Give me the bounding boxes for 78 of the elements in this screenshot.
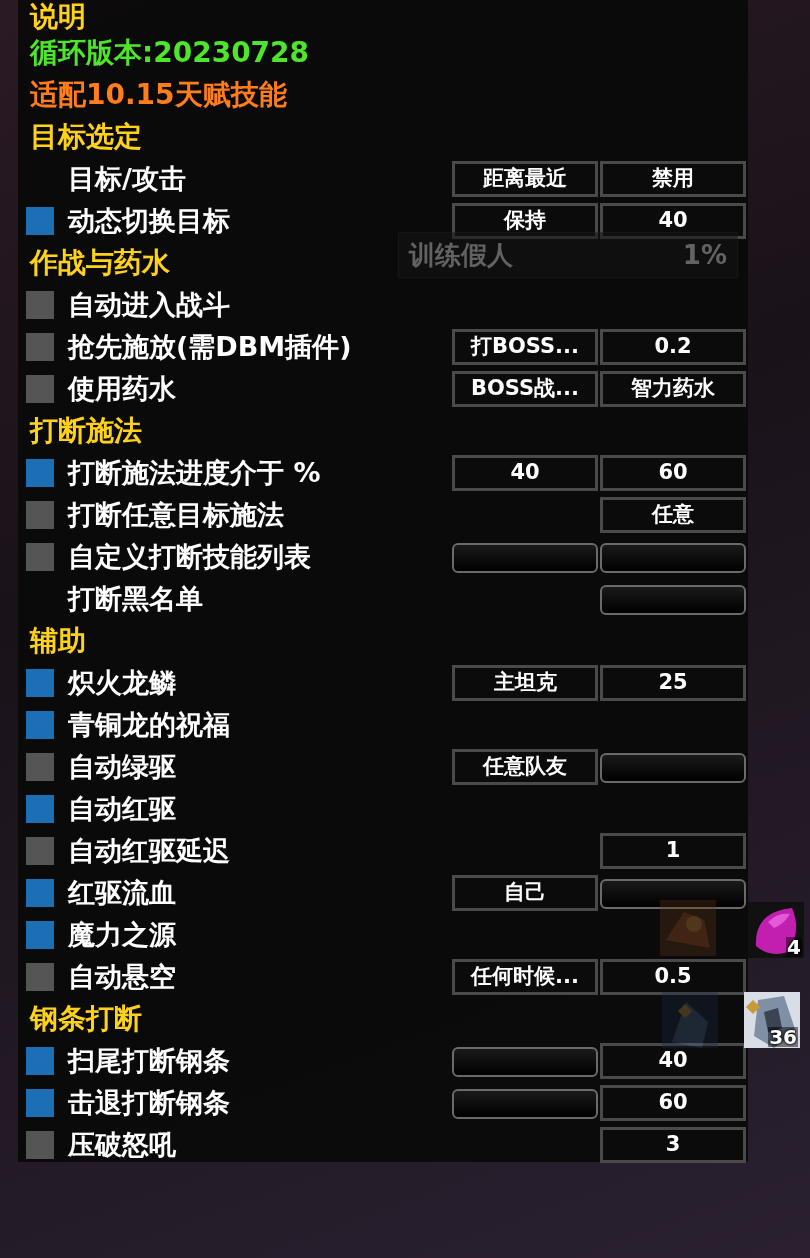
setting-label: 动态切换目标 [68,203,231,238]
value-box[interactable]: 60 [600,1085,746,1121]
checkbox[interactable] [26,753,54,781]
setting-label: 红驱流血 [68,875,177,910]
value-box[interactable]: 自己 [452,875,598,911]
value-box[interactable]: 1 [600,833,746,869]
empty-dropdown[interactable] [452,1089,598,1119]
setting-label: 抢先施放(需DBM插件) [68,329,353,364]
value-box[interactable]: 任意队友 [452,749,598,785]
checkbox[interactable] [26,1131,54,1159]
header-text: 循环版本:20230728 [28,35,310,71]
setting-label: 打断黑名单 [68,581,204,616]
empty-dropdown[interactable] [600,543,746,573]
value-box[interactable]: 保持 [452,203,598,239]
value-box[interactable]: 智力药水 [600,371,746,407]
setting-label: 炽火龙鳞 [68,665,177,700]
checkbox[interactable] [26,837,54,865]
checkbox[interactable] [26,291,54,319]
setting-label: 目标/攻击 [68,161,187,196]
setting-label: 打断施法进度介于 % [68,455,322,490]
checkbox[interactable] [26,921,54,949]
value-box[interactable]: 3 [600,1127,746,1163]
checkbox[interactable] [26,795,54,823]
empty-dropdown[interactable] [600,585,746,615]
value-box[interactable]: 0.5 [600,959,746,995]
value-box[interactable]: 打BOSS... [452,329,598,365]
checkbox[interactable] [26,501,54,529]
checkbox[interactable] [26,963,54,991]
empty-dropdown[interactable] [452,1047,598,1077]
checkbox[interactable] [26,711,54,739]
checkbox[interactable] [26,459,54,487]
setting-label: 自动红驱 [68,791,177,826]
value-box[interactable]: 距离最近 [452,161,598,197]
value-box[interactable]: 40 [452,455,598,491]
value-box[interactable]: 任何时候... [452,959,598,995]
section-title: 辅助 [28,623,86,659]
setting-label: 自定义打断技能列表 [68,539,312,574]
value-box[interactable]: 40 [600,1043,746,1079]
setting-label: 青铜龙的祝福 [68,707,231,742]
value-box[interactable]: 40 [600,203,746,239]
setting-label: 自动绿驱 [68,749,177,784]
setting-label: 魔力之源 [68,917,177,952]
value-box[interactable]: 任意 [600,497,746,533]
target-name: 训练假人 [409,238,513,272]
header-text: 适配10.15天赋技能 [29,77,287,113]
section-title: 打断施法 [28,413,142,449]
value-box[interactable]: 0.2 [600,329,746,365]
value-box[interactable]: 25 [600,665,746,701]
section-title: 目标选定 [29,119,142,155]
checkbox[interactable] [26,543,54,571]
value-box[interactable]: 60 [600,455,746,491]
checkbox[interactable] [26,333,54,361]
header-text: 说明 [28,0,86,32]
checkbox[interactable] [26,1089,54,1117]
setting-label: 压破怒吼 [68,1127,177,1162]
setting-label: 打断任意目标施法 [68,497,285,532]
value-box[interactable]: 禁用 [600,161,746,197]
setting-label: 使用药水 [68,371,177,406]
checkbox[interactable] [26,375,54,403]
empty-dropdown[interactable] [452,543,598,573]
section-title: 作战与药水 [28,245,170,281]
setting-label: 击退打断钢条 [68,1085,231,1120]
target-health: 1% [682,238,727,272]
setting-label: 自动悬空 [68,959,177,994]
stack-count: 4 [786,937,802,957]
setting-label: 自动红驱延迟 [68,833,231,868]
checkbox[interactable] [26,879,54,907]
setting-label: 扫尾打断钢条 [68,1043,231,1078]
section-title: 钢条打断 [28,1001,142,1037]
empty-dropdown[interactable] [600,753,746,783]
checkbox[interactable] [26,669,54,697]
setting-label: 自动进入战斗 [68,287,231,322]
value-box[interactable]: BOSS战... [452,371,598,407]
checkbox[interactable] [26,1047,54,1075]
checkbox[interactable] [26,207,54,235]
value-box[interactable]: 主坦克 [452,665,598,701]
stack-count: 36 [768,1027,798,1047]
empty-dropdown[interactable] [600,879,746,909]
